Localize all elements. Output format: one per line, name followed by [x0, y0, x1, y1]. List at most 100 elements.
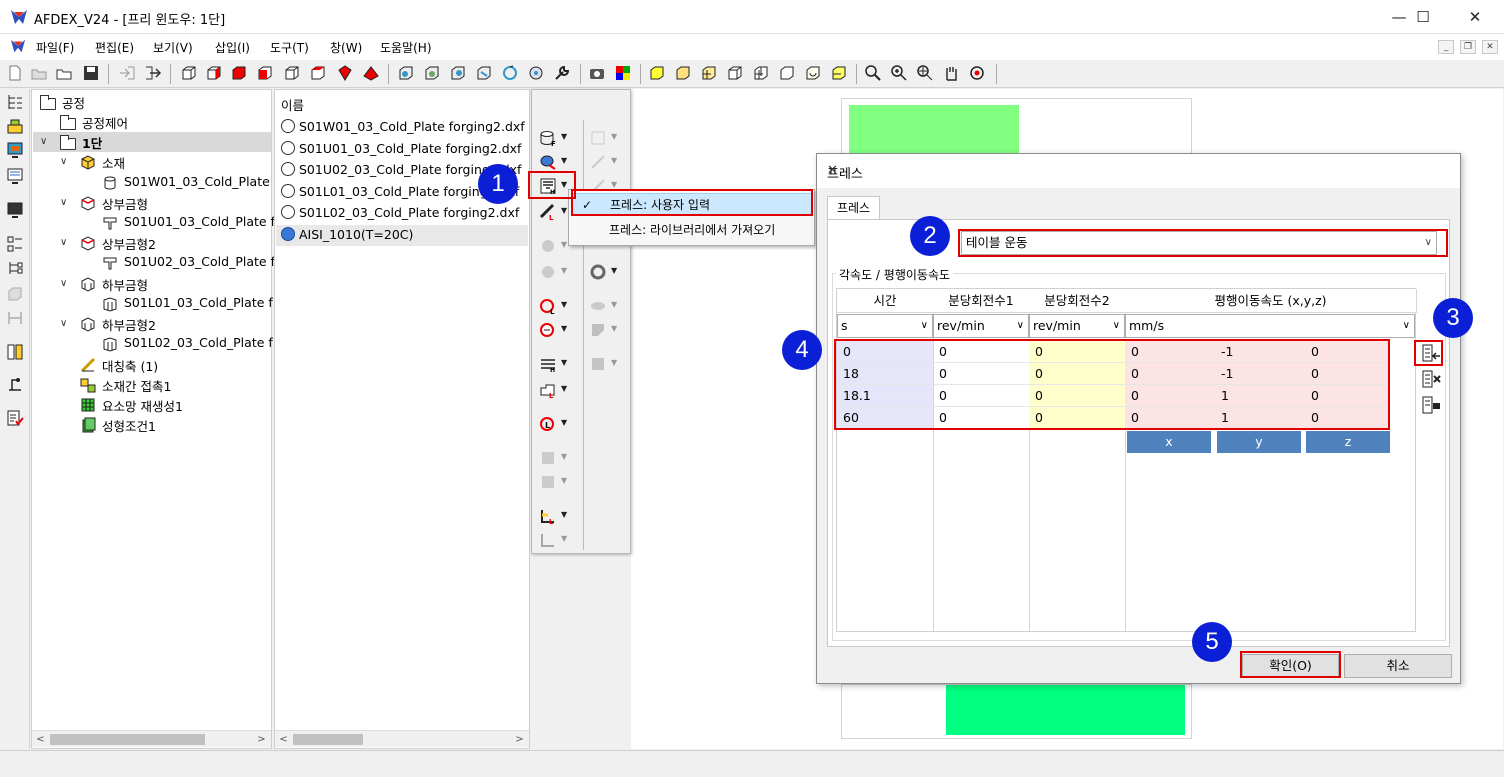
import-icon[interactable]: [118, 64, 136, 82]
scroll-left-icon[interactable]: <: [275, 731, 292, 748]
tree-horizontal-scrollbar[interactable]: < >: [32, 730, 271, 747]
scroll-thumb[interactable]: [50, 734, 205, 745]
camera-icon[interactable]: [588, 64, 606, 82]
palette-tool[interactable]: H ▼: [536, 354, 570, 374]
export-icon[interactable]: [144, 64, 162, 82]
axis-y-button[interactable]: y: [1217, 431, 1301, 453]
refresh-box-icon[interactable]: [804, 64, 822, 82]
column-header-velocity[interactable]: 평행이동속도 (x,y,z): [1125, 289, 1417, 313]
save-icon[interactable]: [82, 64, 100, 82]
tree-item-upper-die-2[interactable]: 상부금형2: [102, 234, 156, 253]
menu-window[interactable]: 창(W): [330, 39, 362, 56]
chevron-down-icon[interactable]: ∨: [60, 197, 67, 208]
unit-select-time[interactable]: s ∨: [837, 314, 933, 338]
mdi-app-icon[interactable]: [10, 38, 26, 54]
axis-z-button[interactable]: z: [1306, 431, 1390, 453]
tree-item-stage[interactable]: 1단: [82, 133, 102, 152]
palette-tool[interactable]: ▼: [536, 530, 570, 550]
column-header-rpm2[interactable]: 분당회전수2: [1029, 289, 1126, 313]
tree-view-icon[interactable]: [6, 93, 24, 111]
mdi-minimize-button[interactable]: _: [1438, 40, 1454, 54]
model-view-4-icon[interactable]: [475, 64, 493, 82]
append-row-icon[interactable]: [1420, 395, 1442, 415]
palette-tool[interactable]: ▼: [536, 262, 570, 282]
tree-item-upper-die-file[interactable]: S01U01_03_Cold_Plate f: [124, 214, 275, 229]
tree-item-upper-die[interactable]: 상부금형: [102, 194, 148, 213]
mdi-close-button[interactable]: ✕: [1482, 40, 1498, 54]
list-item[interactable]: S01W01_03_Cold_Plate forging2.dxf: [281, 119, 525, 134]
hierarchy-icon[interactable]: [6, 259, 24, 277]
palette-tool[interactable]: L ▼: [536, 380, 570, 400]
menu-help[interactable]: 도움말(H): [380, 39, 432, 56]
palette-tool[interactable]: F ▼: [536, 128, 570, 148]
list-header-name[interactable]: 이름: [281, 95, 304, 114]
tree-item-upper-die-2-file[interactable]: S01U02_03_Cold_Plate f: [124, 254, 275, 269]
cube-view-2-icon[interactable]: [205, 64, 223, 82]
chevron-down-icon[interactable]: ∨: [40, 136, 47, 147]
split-view-icon[interactable]: [6, 343, 24, 361]
tree-item-lower-die-file[interactable]: S01L01_03_Cold_Plate f: [124, 295, 273, 310]
target-zoom-icon[interactable]: [968, 64, 986, 82]
column-header-rpm1[interactable]: 분당회전수1: [933, 289, 1030, 313]
tree-item-material[interactable]: 소재: [102, 153, 125, 172]
cube-view-4-icon[interactable]: [256, 64, 274, 82]
new-file-icon[interactable]: [6, 64, 24, 82]
unit-select-rpm2[interactable]: rev/min ∨: [1029, 314, 1125, 338]
tree-item-remesh[interactable]: 요소망 재생성1: [102, 396, 183, 415]
palette-tool[interactable]: L ▼: [536, 296, 570, 316]
tree-root-process[interactable]: 공정: [62, 93, 85, 112]
position-icon[interactable]: [6, 375, 24, 393]
tree-item-lower-die[interactable]: 하부금형: [102, 275, 148, 294]
dialog-close-icon[interactable]: ✕: [827, 163, 1450, 178]
mdi-restore-button[interactable]: ❐: [1460, 40, 1476, 54]
list-horizontal-scrollbar[interactable]: < >: [275, 730, 529, 747]
chevron-down-icon[interactable]: ∨: [60, 237, 67, 248]
delete-row-icon[interactable]: [1420, 369, 1442, 389]
palette-tool[interactable]: ▼: [586, 152, 620, 172]
palette-tool[interactable]: ▼: [586, 262, 620, 282]
scroll-left-icon[interactable]: <: [32, 731, 49, 748]
open-file-icon[interactable]: [55, 64, 73, 82]
cube-view-3-icon[interactable]: [230, 64, 248, 82]
palette-tool[interactable]: ▼: [586, 128, 620, 148]
tree-item-lower-die-2[interactable]: 하부금형2: [102, 315, 156, 334]
monitor-simulation-icon[interactable]: [6, 141, 24, 159]
palette-tool[interactable]: ▼: [586, 296, 620, 316]
open-folder-icon[interactable]: [30, 64, 48, 82]
chevron-down-icon[interactable]: ∨: [60, 156, 67, 167]
wrench-icon[interactable]: [553, 64, 571, 82]
list-item[interactable]: S01U01_03_Cold_Plate forging2.dxf: [281, 141, 521, 156]
tree-item-process-control[interactable]: 공정제어: [82, 113, 128, 132]
menu-item-press-library[interactable]: 프레스: 라이브러리에서 가져오기: [571, 219, 812, 241]
menu-insert[interactable]: 삽입(I): [215, 39, 250, 56]
close-window-button[interactable]: ✕: [1452, 0, 1498, 34]
chevron-down-icon[interactable]: ∨: [60, 318, 67, 329]
zoom-window-icon[interactable]: [864, 64, 882, 82]
zoom-in-icon[interactable]: [890, 64, 908, 82]
list-item-material[interactable]: AISI_1010(T=20C): [281, 227, 413, 242]
axis-x-button[interactable]: x: [1127, 431, 1211, 453]
cube-view-7-icon[interactable]: [336, 64, 354, 82]
tree-item-symmetry[interactable]: 대칭축 (1): [102, 356, 158, 375]
tree-item-material-file[interactable]: S01W01_03_Cold_Plate: [124, 174, 270, 189]
tree-item-forming-condition[interactable]: 성형조건1: [102, 416, 156, 435]
palette-tool[interactable]: ▼: [536, 152, 570, 172]
maximize-button[interactable]: ☐: [1400, 0, 1446, 34]
monitor-result-icon[interactable]: [6, 167, 24, 185]
shaded-box-icon[interactable]: [674, 64, 692, 82]
scroll-thumb[interactable]: [293, 734, 363, 745]
tree-item-contact[interactable]: 소재간 접촉1: [102, 376, 171, 395]
list-item[interactable]: S01L02_03_Cold_Plate forging2.dxf: [281, 205, 519, 220]
cube-view-1-icon[interactable]: [180, 64, 198, 82]
palette-tool[interactable]: ▼: [536, 236, 570, 256]
cube-view-8-icon[interactable]: [362, 64, 380, 82]
unit-select-rpm1[interactable]: rev/min ∨: [933, 314, 1029, 338]
solid-box-icon[interactable]: [648, 64, 666, 82]
checklist-icon[interactable]: [6, 409, 24, 427]
model-view-1-icon[interactable]: [397, 64, 415, 82]
tree-item-lower-die-2-file[interactable]: S01L02_03_Cold_Plate f: [124, 335, 273, 350]
scroll-right-icon[interactable]: >: [253, 731, 270, 748]
monitor-output-icon[interactable]: [6, 201, 24, 219]
palette-tool[interactable]: ▼: [586, 320, 620, 340]
palette-tool[interactable]: L ▼: [536, 202, 570, 222]
